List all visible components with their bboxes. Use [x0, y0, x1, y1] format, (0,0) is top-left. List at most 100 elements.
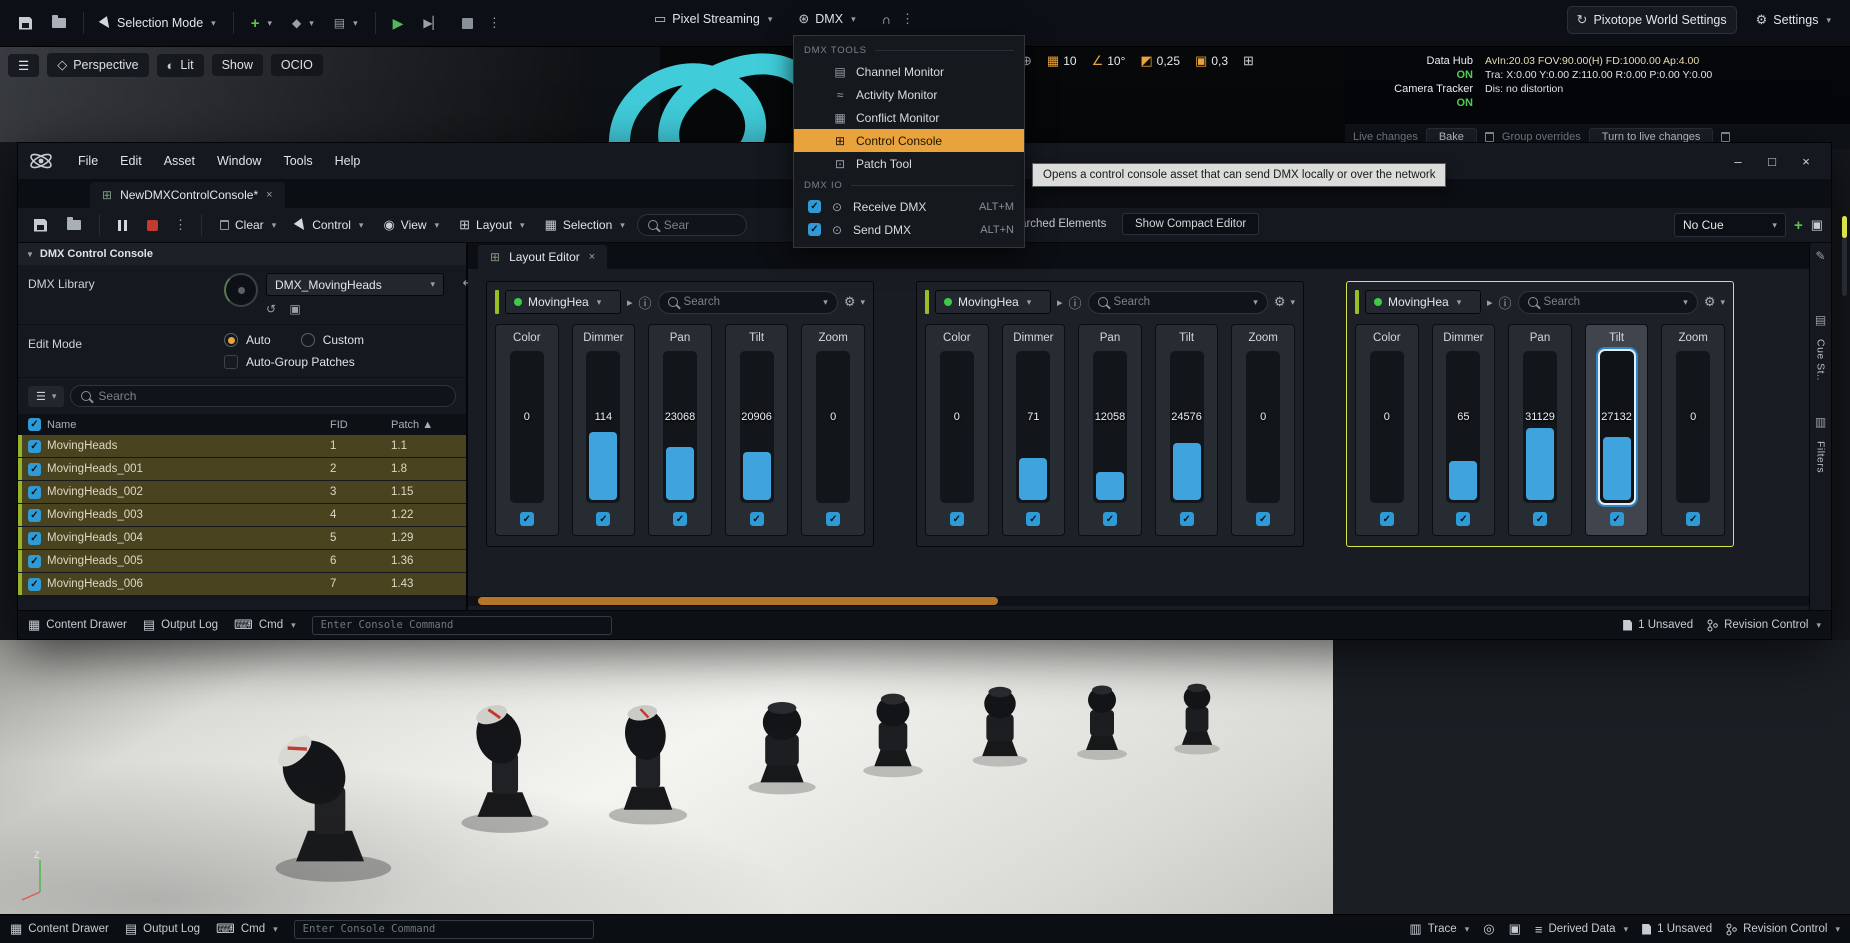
io-checkbox[interactable]	[808, 200, 821, 213]
menu-window[interactable]: Window	[207, 150, 271, 172]
add-cue-button[interactable]: +	[1794, 217, 1803, 234]
group-settings-button[interactable]: ⚙▾	[1704, 294, 1725, 310]
fader-enable-checkbox[interactable]	[1180, 512, 1194, 526]
fader[interactable]: Tilt 24576	[1155, 324, 1219, 536]
rotation-snap-button[interactable]: ∠10°	[1092, 53, 1126, 69]
cinematics-dropdown[interactable]: ▤▾	[325, 11, 367, 35]
fader-track[interactable]	[1370, 351, 1404, 503]
dmx-io-menu-item[interactable]: ⊙ Send DMX ALT+N	[794, 218, 1024, 241]
derived-data-dropdown[interactable]: ≡Derived Data▾	[1535, 922, 1628, 937]
console-search-input[interactable]: Sear	[637, 214, 747, 236]
row-checkbox[interactable]	[28, 440, 41, 453]
console-command-input[interactable]: Enter Console Command	[312, 616, 612, 635]
patch-list-row[interactable]: MovingHeads_004 5 1.29	[18, 527, 466, 550]
screenshot-icon[interactable]: ▣	[1509, 921, 1521, 937]
fid-column-header[interactable]: FID	[330, 419, 385, 431]
cue-stack-tab-icon[interactable]: ▤	[1815, 313, 1826, 327]
library-thumbnail-icon[interactable]	[224, 273, 258, 307]
details-tab-icon[interactable]: ✎	[1815, 249, 1825, 263]
grid-snap-button[interactable]: ▦10	[1047, 53, 1077, 69]
show-compact-editor-button[interactable]: Show Compact Editor	[1122, 213, 1259, 235]
group-settings-button[interactable]: ⚙▾	[1274, 294, 1295, 310]
pixotope-world-settings-button[interactable]: ↻ Pixotope World Settings	[1567, 6, 1737, 34]
blueprints-dropdown[interactable]: ◆▾	[283, 11, 323, 35]
browse-asset-button[interactable]	[59, 216, 89, 234]
filter-dropdown[interactable]: ☰▾	[28, 386, 64, 407]
name-column-header[interactable]: Name	[47, 419, 324, 431]
fader-track[interactable]	[1246, 351, 1280, 503]
fader-track[interactable]	[1676, 351, 1710, 503]
pixotope-menu-button[interactable]: ∩ ⋮	[873, 6, 927, 32]
viewport-options-button[interactable]: ☰	[8, 54, 39, 77]
auto-radio[interactable]	[224, 333, 238, 347]
fader[interactable]: Dimmer 71	[1002, 324, 1066, 536]
fader-enable-checkbox[interactable]	[1026, 512, 1040, 526]
cue-dropdown[interactable]: No Cue ▾	[1674, 213, 1786, 237]
fader[interactable]: Color 0	[495, 324, 559, 536]
fader-enable-checkbox[interactable]	[1610, 512, 1624, 526]
trash-icon[interactable]	[1485, 132, 1494, 142]
use-selected-icon[interactable]: ↺	[266, 302, 276, 316]
fader-enable-checkbox[interactable]	[1380, 512, 1394, 526]
fader-track[interactable]	[1600, 351, 1634, 503]
fader-enable-checkbox[interactable]	[673, 512, 687, 526]
record-icon[interactable]: ◎	[1483, 921, 1494, 937]
fader[interactable]: Pan 31129	[1508, 324, 1572, 536]
fader[interactable]: Dimmer 65	[1432, 324, 1496, 536]
play-button[interactable]: ▶	[384, 10, 413, 37]
frame-skip-button[interactable]: ▶▏	[414, 11, 450, 35]
fader[interactable]: Dimmer 114	[572, 324, 636, 536]
stop-sending-button[interactable]	[139, 216, 166, 235]
save-all-button[interactable]	[10, 12, 41, 35]
fader[interactable]: Zoom 0	[1661, 324, 1725, 536]
close-tab-icon[interactable]: ×	[266, 189, 272, 201]
fader-enable-checkbox[interactable]	[750, 512, 764, 526]
patch-column-header[interactable]: Patch ▲	[391, 419, 466, 431]
fader[interactable]: Pan 23068	[648, 324, 712, 536]
asset-tab[interactable]: ⊞ NewDMXControlConsole* ×	[90, 182, 285, 208]
patch-list-row[interactable]: MovingHeads_001 2 1.8	[18, 458, 466, 481]
revision-control-dropdown[interactable]: Revision Control ▾	[1726, 923, 1840, 936]
fixture-group-dropdown[interactable]: MovingHea ▾	[505, 290, 621, 314]
fader[interactable]: Zoom 0	[1231, 324, 1295, 536]
fader-group[interactable]: MovingHea ▾ ▸ ⓘ Search ▾ ⚙▾ Color 0 Dimm…	[916, 281, 1304, 547]
fader[interactable]: Tilt 20906	[725, 324, 789, 536]
fader-track[interactable]	[1016, 351, 1050, 503]
fader[interactable]: Color 0	[925, 324, 989, 536]
fader-enable-checkbox[interactable]	[950, 512, 964, 526]
pixel-streaming-dropdown[interactable]: ▭ Pixel Streaming ▾	[645, 6, 781, 32]
row-checkbox[interactable]	[28, 532, 41, 545]
send-options-menu[interactable]: ⋮	[170, 217, 191, 233]
dmx-menu-item[interactable]: ▤ Channel Monitor	[794, 60, 1024, 83]
auto-group-patches-checkbox[interactable]	[224, 355, 238, 369]
ocio-dropdown[interactable]: OCIO	[271, 54, 323, 76]
fixture-group-dropdown[interactable]: MovingHea ▾	[1365, 290, 1481, 314]
perspective-dropdown[interactable]: ◇Perspective	[47, 53, 148, 77]
fader-track[interactable]	[510, 351, 544, 503]
fader-track[interactable]	[940, 351, 974, 503]
cmd-dropdown[interactable]: ⌨Cmd▾	[216, 921, 278, 937]
left-panel-header[interactable]: ▼ DMX Control Console	[18, 243, 466, 265]
fader-track[interactable]	[1446, 351, 1480, 503]
fader-enable-checkbox[interactable]	[1256, 512, 1270, 526]
console-command-input[interactable]: Enter Console Command	[294, 920, 594, 939]
browse-content-button[interactable]	[43, 13, 75, 33]
trash-icon[interactable]	[1721, 132, 1730, 142]
level-viewport-3d[interactable]: Z	[0, 640, 1333, 914]
fader-track[interactable]	[816, 351, 850, 503]
patch-list-row[interactable]: MovingHeads 1 1.1	[18, 435, 466, 458]
dmx-dropdown[interactable]: ⊛ DMX ▾	[789, 6, 864, 32]
fader-enable-checkbox[interactable]	[1533, 512, 1547, 526]
selection-dropdown[interactable]: ▦Selection▾	[537, 213, 633, 237]
dmx-menu-item[interactable]: ⊞ Control Console	[794, 129, 1024, 152]
fader-track[interactable]	[740, 351, 774, 503]
custom-radio[interactable]	[301, 333, 315, 347]
camera-speed-button[interactable]: ▣0,3	[1195, 53, 1228, 69]
filters-tab-icon[interactable]: ▥	[1815, 415, 1826, 429]
output-log-button[interactable]: ▤Output Log	[125, 921, 200, 937]
menu-help[interactable]: Help	[325, 150, 371, 172]
cmd-dropdown[interactable]: ⌨Cmd▾	[234, 617, 296, 633]
dmx-io-menu-item[interactable]: ⊙ Receive DMX ALT+M	[794, 195, 1024, 218]
patch-list-row[interactable]: MovingHeads_006 7 1.43	[18, 573, 466, 596]
content-drawer-button[interactable]: ▦Content Drawer	[28, 617, 127, 633]
